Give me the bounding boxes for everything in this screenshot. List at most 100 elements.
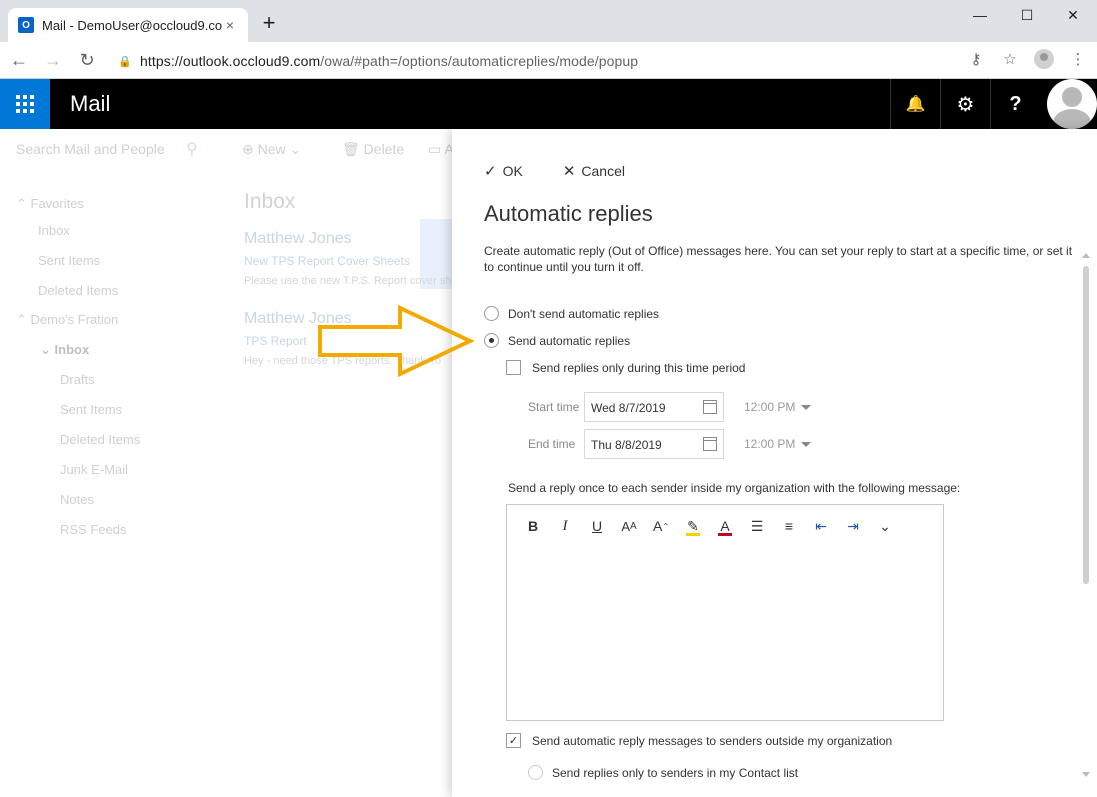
- dialog-title: Automatic replies: [484, 201, 653, 226]
- app-title: Mail: [70, 91, 111, 116]
- account-header[interactable]: ⌃ Demo's Fration: [16, 312, 118, 328]
- start-time-select[interactable]: 12:00 PM: [744, 400, 812, 414]
- time-period-checkbox-row[interactable]: Send replies only during this time perio…: [506, 360, 745, 375]
- new-button[interactable]: ⊕ New ⌄: [242, 141, 301, 158]
- bold-icon[interactable]: B: [521, 517, 545, 535]
- outlook-favicon-icon: O: [18, 17, 34, 33]
- folder-junk[interactable]: Junk E-Mail: [60, 462, 128, 477]
- outside-org-checkbox[interactable]: ✓: [506, 733, 521, 748]
- ok-button[interactable]: ✓ OK: [484, 162, 523, 180]
- new-tab-button[interactable]: +: [258, 12, 280, 34]
- start-date-picker[interactable]: Wed 8/7/2019: [584, 392, 724, 422]
- browser-tab[interactable]: O Mail - DemoUser@occloud9.com ×: [8, 8, 248, 42]
- message-list-title: Inbox: [244, 190, 296, 213]
- contacts-only-radio[interactable]: [528, 765, 543, 780]
- automatic-replies-panel: ✓ OK ✕ Cancel Automatic replies Create a…: [452, 129, 1097, 797]
- folder-favorites-deleted[interactable]: Deleted Items: [38, 283, 118, 298]
- checkmark-icon: ✓: [484, 163, 497, 180]
- scroll-up-icon[interactable]: [1082, 253, 1090, 258]
- screen: O Mail - DemoUser@occloud9.com × + — ☐ ✕…: [0, 0, 1097, 797]
- close-window-button[interactable]: ✕: [1061, 4, 1085, 26]
- cancel-button[interactable]: ✕ Cancel: [563, 162, 625, 180]
- user-avatar[interactable]: [1047, 79, 1097, 129]
- maximize-button[interactable]: ☐: [1015, 4, 1039, 26]
- forward-icon[interactable]: →: [38, 45, 68, 75]
- time-period-checkbox[interactable]: [506, 360, 521, 375]
- outside-org-checkbox-row[interactable]: ✓ Send automatic reply messages to sende…: [506, 733, 892, 748]
- search-icon[interactable]: ⚲: [186, 139, 198, 159]
- folder-favorites-sent[interactable]: Sent Items: [38, 253, 100, 268]
- font-size-icon[interactable]: AA: [617, 517, 641, 535]
- panel-scrollbar[interactable]: [1083, 266, 1089, 584]
- chevron-down-icon: [801, 405, 812, 411]
- end-time-select[interactable]: 12:00 PM: [744, 437, 812, 451]
- bell-icon: 🔔: [905, 96, 926, 113]
- chevron-down-icon: [801, 442, 812, 448]
- decrease-indent-icon[interactable]: ⇤: [809, 517, 833, 535]
- folder-notes[interactable]: Notes: [60, 492, 94, 507]
- address-bar[interactable]: 🔒 https://outlook.occloud9.com/owa/#path…: [118, 48, 1018, 74]
- folder-rss[interactable]: RSS Feeds: [60, 522, 126, 537]
- message-preview: Please use the new T.P.S. Report cover s…: [244, 275, 452, 287]
- dont-send-radio[interactable]: [484, 306, 499, 321]
- help-icon: ?: [1009, 92, 1022, 115]
- calendar-icon[interactable]: [703, 400, 717, 414]
- scroll-down-icon[interactable]: [1082, 772, 1090, 777]
- send-radio[interactable]: [484, 333, 499, 348]
- dont-send-radio-row[interactable]: Don't send automatic replies: [484, 306, 659, 321]
- key-icon[interactable]: ⚷: [965, 48, 987, 70]
- url-text: https://outlook.occloud9.com/owa/#path=/…: [140, 53, 639, 69]
- format-toolbar: B I U AA A ⌃ ✎ A ☰ ≡ ⇤ ⇥ ⌄: [521, 517, 897, 536]
- app-bar: Mail 🔔 ⚙ ?: [0, 79, 1097, 129]
- numbering-icon[interactable]: ≡: [777, 517, 801, 535]
- help-button[interactable]: ?: [990, 79, 1040, 129]
- gear-icon: ⚙: [956, 93, 975, 116]
- app-launcher-button[interactable]: [0, 79, 50, 129]
- end-date-picker[interactable]: Thu 8/8/2019: [584, 429, 724, 459]
- archive-button[interactable]: ▭ A: [428, 141, 454, 158]
- italic-icon[interactable]: I: [553, 517, 577, 535]
- tab-title: Mail - DemoUser@occloud9.com: [42, 17, 222, 33]
- more-options-chevron-icon[interactable]: ⌄: [873, 517, 897, 535]
- end-time-label: End time: [528, 437, 576, 451]
- lock-icon: 🔒: [118, 55, 132, 68]
- start-time-label: Start time: [528, 400, 580, 414]
- star-icon[interactable]: ☆: [999, 48, 1021, 70]
- message-from[interactable]: Matthew Jones: [244, 230, 352, 248]
- dialog-command-bar: ✓ OK ✕ Cancel: [484, 162, 625, 180]
- tab-close-icon[interactable]: ×: [222, 17, 238, 33]
- send-radio-row[interactable]: Send automatic replies: [484, 333, 630, 348]
- reload-icon[interactable]: ↻: [72, 45, 102, 75]
- contacts-only-radio-row[interactable]: Send replies only to senders in my Conta…: [528, 765, 798, 780]
- browser-toolbar: ← → ↻ 🔒 https://outlook.occloud9.com/owa…: [0, 42, 1097, 79]
- minimize-button[interactable]: —: [968, 4, 992, 26]
- profile-icon[interactable]: [1033, 48, 1055, 70]
- waffle-icon: [16, 95, 34, 113]
- font-color-icon[interactable]: A: [713, 517, 737, 536]
- folder-sent-items[interactable]: Sent Items: [60, 402, 122, 417]
- close-icon: ✕: [562, 163, 576, 180]
- inside-message-label: Send a reply once to each sender inside …: [508, 481, 961, 495]
- inside-message-editor[interactable]: B I U AA A ⌃ ✎ A ☰ ≡ ⇤ ⇥ ⌄: [506, 504, 944, 721]
- back-icon[interactable]: ←: [4, 45, 34, 75]
- folder-deleted-items[interactable]: Deleted Items: [60, 432, 140, 447]
- folder-drafts[interactable]: Drafts: [60, 372, 95, 387]
- favorites-header[interactable]: ⌃ Favorites: [16, 196, 84, 212]
- kebab-menu-icon[interactable]: ⋮: [1067, 48, 1089, 70]
- browser-tabstrip: O Mail - DemoUser@occloud9.com × + — ☐ ✕: [0, 0, 1097, 42]
- folder-favorites-inbox[interactable]: Inbox: [38, 223, 70, 238]
- increase-indent-icon[interactable]: ⇥: [841, 517, 865, 535]
- toolbar-right: ⚷ ☆ ⋮: [965, 48, 1089, 70]
- annotation-arrow-icon: [318, 305, 475, 377]
- delete-button[interactable]: 🗑 Delete: [342, 141, 404, 158]
- grow-font-icon[interactable]: A ⌃: [649, 517, 673, 535]
- notifications-button[interactable]: 🔔: [890, 79, 940, 129]
- settings-button[interactable]: ⚙: [940, 79, 990, 129]
- calendar-icon[interactable]: [703, 437, 717, 451]
- highlight-icon[interactable]: ✎: [681, 517, 705, 536]
- search-mail-input[interactable]: Search Mail and People: [16, 141, 165, 157]
- bullets-icon[interactable]: ☰: [745, 517, 769, 535]
- dialog-description: Create automatic reply (Out of Office) m…: [484, 244, 1073, 274]
- underline-icon[interactable]: U: [585, 517, 609, 535]
- folder-inbox[interactable]: ⌄ Inbox: [40, 342, 89, 358]
